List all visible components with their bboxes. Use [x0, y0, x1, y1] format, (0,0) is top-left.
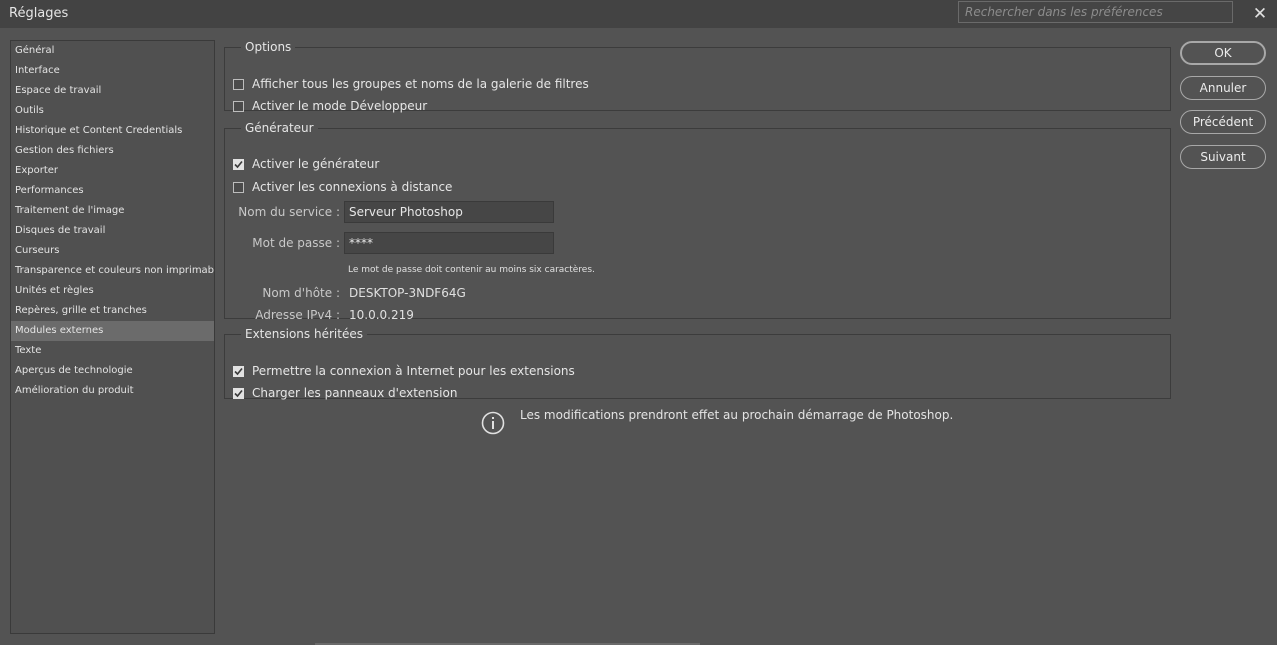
- sidebar-item-image-processing[interactable]: Traitement de l'image: [11, 201, 214, 221]
- next-button[interactable]: Suivant: [1180, 145, 1266, 169]
- ipv4-value: 10.0.0.219: [349, 308, 414, 322]
- sidebar-item-product-improvement[interactable]: Amélioration du produit: [11, 381, 214, 401]
- hostname-label: Nom d'hôte :: [262, 286, 340, 300]
- remote-connections-label: Activer les connexions à distance: [252, 180, 453, 194]
- internet-connection-checkbox-row[interactable]: Permettre la connexion à Internet pour l…: [233, 364, 575, 378]
- filter-gallery-label: Afficher tous les groupes et noms de la …: [252, 77, 589, 91]
- options-legend: Options: [245, 40, 292, 54]
- sidebar-item-workspace[interactable]: Espace de travail: [11, 81, 214, 101]
- service-name-label: Nom du service :: [238, 205, 340, 219]
- sidebar-item-guides[interactable]: Repères, grille et tranches: [11, 301, 214, 321]
- remote-connections-checkbox-row[interactable]: Activer les connexions à distance: [233, 180, 452, 194]
- internet-connection-checkbox[interactable]: [233, 365, 244, 377]
- generator-group: Générateur Activer le générateur Activer…: [224, 121, 1171, 322]
- developer-mode-checkbox-row[interactable]: Activer le mode Développeur: [233, 99, 427, 113]
- search-input[interactable]: [958, 1, 1233, 23]
- load-extension-panels-checkbox-row[interactable]: Charger les panneaux d'extension: [233, 386, 457, 400]
- password-hint: Le mot de passe doit contenir au moins s…: [348, 265, 595, 275]
- sidebar-item-file-handling[interactable]: Gestion des fichiers: [11, 141, 214, 161]
- developer-mode-checkbox[interactable]: [233, 100, 244, 112]
- sidebar-item-tools[interactable]: Outils: [11, 101, 214, 121]
- sidebar-item-export[interactable]: Exporter: [11, 161, 214, 181]
- sidebar-item-tech-previews[interactable]: Aperçus de technologie: [11, 361, 214, 381]
- sidebar-item-type[interactable]: Texte: [11, 341, 214, 361]
- password-input[interactable]: [344, 232, 554, 254]
- sidebar-item-units[interactable]: Unités et règles: [11, 281, 214, 301]
- cancel-button[interactable]: Annuler: [1180, 76, 1266, 100]
- checkmark-icon: [234, 160, 243, 168]
- options-group: Options Afficher tous les groupes et nom…: [224, 40, 1171, 113]
- internet-connection-label: Permettre la connexion à Internet pour l…: [252, 364, 575, 378]
- sidebar-item-scratch-disks[interactable]: Disques de travail: [11, 221, 214, 241]
- sidebar-item-cursors[interactable]: Curseurs: [11, 241, 214, 261]
- sidebar-item-transparency[interactable]: Transparence et couleurs non imprimables: [11, 261, 214, 281]
- sidebar-item-interface[interactable]: Interface: [11, 61, 214, 81]
- sidebar-item-performance[interactable]: Performances: [11, 181, 214, 201]
- legacy-extensions-legend: Extensions héritées: [245, 327, 363, 341]
- sidebar-item-general[interactable]: Général: [11, 41, 214, 61]
- restart-notice: Les modifications prendront effet au pro…: [520, 408, 954, 422]
- developer-mode-label: Activer le mode Développeur: [252, 99, 428, 113]
- hostname-value: DESKTOP-3NDF64G: [349, 286, 466, 300]
- legacy-extensions-group: Extensions héritées Permettre la connexi…: [224, 327, 1171, 400]
- generator-legend: Générateur: [245, 121, 314, 135]
- service-name-input[interactable]: [344, 201, 554, 223]
- checkmark-icon: [234, 367, 243, 375]
- filter-gallery-checkbox[interactable]: [233, 78, 244, 90]
- remote-connections-checkbox[interactable]: [233, 181, 244, 193]
- title-bar: Réglages ✕: [0, 0, 1277, 28]
- previous-button[interactable]: Précédent: [1180, 110, 1266, 134]
- info-icon: [481, 411, 505, 435]
- password-label: Mot de passe :: [252, 236, 340, 250]
- filter-gallery-checkbox-row[interactable]: Afficher tous les groupes et noms de la …: [233, 77, 589, 91]
- enable-generator-checkbox-row[interactable]: Activer le générateur: [233, 157, 379, 171]
- enable-generator-label: Activer le générateur: [252, 157, 380, 171]
- window-title: Réglages: [9, 6, 69, 21]
- checkmark-icon: [234, 389, 243, 397]
- sidebar-item-history[interactable]: Historique et Content Credentials: [11, 121, 214, 141]
- close-icon[interactable]: ✕: [1250, 4, 1270, 24]
- sidebar-item-plugins[interactable]: Modules externes: [11, 321, 214, 341]
- preferences-sidebar: Général Interface Espace de travail Outi…: [10, 40, 215, 634]
- ok-button[interactable]: OK: [1180, 41, 1266, 65]
- enable-generator-checkbox[interactable]: [233, 158, 244, 170]
- load-extension-panels-label: Charger les panneaux d'extension: [252, 386, 458, 400]
- load-extension-panels-checkbox[interactable]: [233, 387, 244, 399]
- ipv4-label: Adresse IPv4 :: [255, 308, 340, 322]
